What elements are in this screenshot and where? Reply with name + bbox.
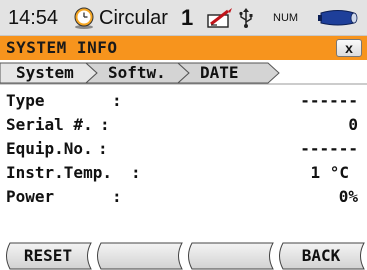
clock-icon (74, 7, 94, 29)
type-value: ------ (300, 91, 358, 110)
status-bar: 14:54 Circular 1 NUM (0, 0, 367, 36)
tab-softw[interactable]: Softw. (108, 60, 166, 86)
tab-bar: System Softw. DATE (0, 60, 367, 86)
power-label: Power (6, 187, 55, 206)
close-icon: x (345, 40, 353, 56)
serial-label: Serial #. (6, 115, 93, 134)
status-mode: Circular (99, 7, 168, 29)
info-row-power: Power : 0% (0, 184, 367, 210)
temp-separator: : (131, 163, 141, 182)
back-button[interactable]: BACK (279, 242, 363, 270)
info-row-equip: Equip.No. : ------ (0, 136, 367, 162)
title-bar: SYSTEM INFO x (0, 36, 367, 60)
num-indicator: NUM (273, 12, 299, 24)
info-row-type: Type : ------ (0, 88, 367, 114)
window-title: SYSTEM INFO (6, 38, 118, 57)
softkey-3-button[interactable] (188, 242, 272, 270)
equip-separator: : (98, 139, 108, 158)
type-separator: : (112, 91, 122, 110)
equip-label: Equip.No. (6, 139, 93, 158)
tab-system[interactable]: System (16, 60, 74, 86)
serial-separator: : (100, 115, 110, 134)
pen-icon (207, 8, 232, 28)
close-button[interactable]: x (336, 39, 362, 57)
softkey-2-button[interactable] (97, 242, 181, 270)
temp-value: 1 °C (310, 163, 349, 182)
tab-date[interactable]: DATE (200, 60, 239, 86)
face-indicator: 1 (181, 5, 194, 30)
equip-value: ------ (300, 139, 358, 158)
serial-value: 0 (348, 115, 358, 134)
reset-button[interactable]: RESET (6, 242, 90, 270)
temp-label: Instr.Temp. (6, 163, 112, 182)
usb-icon (239, 8, 253, 28)
info-row-serial: Serial #. : 0 (0, 112, 367, 138)
softkey-bar: RESET BACK (0, 242, 367, 270)
info-row-temp: Instr.Temp. : 1 °C (0, 160, 367, 186)
power-separator: : (112, 187, 122, 206)
battery-icon (318, 10, 358, 26)
status-time: 14:54 (8, 7, 59, 29)
type-label: Type (6, 91, 45, 110)
power-value: 0% (338, 187, 358, 206)
